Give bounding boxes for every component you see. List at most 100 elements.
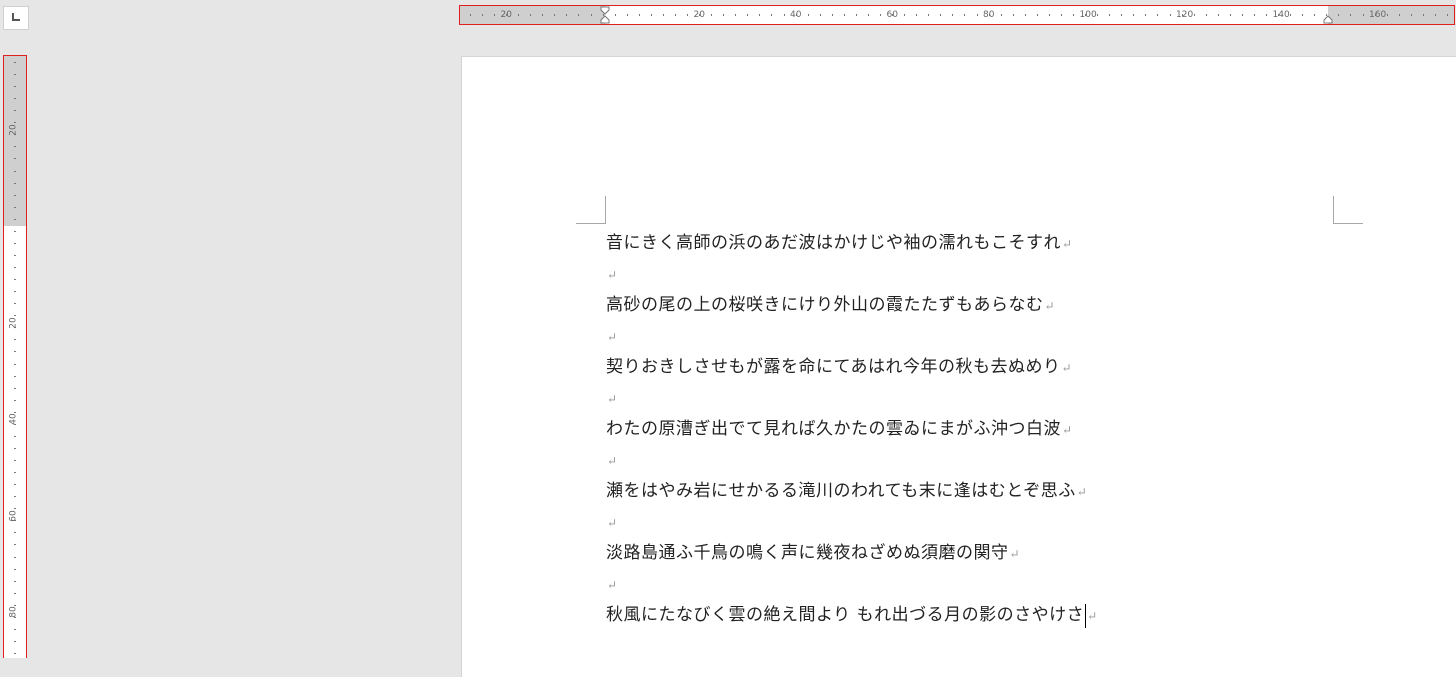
empty-paragraph[interactable]: ↵: [606, 383, 1366, 414]
ruler-tick: [518, 14, 520, 16]
paragraph[interactable]: 高砂の尾の上の桜咲きにけり外山の霞たたずもあらなむ↵: [606, 290, 1366, 321]
ruler-tick: [1097, 14, 1099, 16]
ruler-tick: [481, 14, 483, 16]
ruler-tick: [14, 218, 16, 220]
ruler-tick: [1229, 14, 1231, 16]
ruler-label: 100: [1079, 10, 1097, 20]
ruler-tick: [14, 532, 16, 534]
ruler-tick: [14, 484, 16, 486]
ruler-tick: [650, 14, 652, 16]
paragraph[interactable]: 音にきく高師の浜のあだ波はかけじや袖の濡れもこそすれ↵: [606, 228, 1366, 259]
ruler-tick: [662, 14, 664, 16]
paragraph-text: 契りおきしさせもが露を命にてあはれ今年の秋も去ぬめり: [606, 357, 1061, 377]
paragraph-text: 音にきく高師の浜のあだ波はかけじや袖の濡れもこそすれ: [606, 233, 1061, 253]
ruler-tick: [14, 580, 16, 582]
document-page[interactable]: 音にきく高師の浜のあだ波はかけじや袖の濡れもこそすれ↵ ↵ 高砂の尾の上の桜咲きにけ…: [461, 56, 1456, 677]
ruler-tick: [976, 14, 978, 16]
document-body[interactable]: 音にきく高師の浜のあだ波はかけじや袖の濡れもこそすれ↵ ↵ 高砂の尾の上の桜咲きにけ…: [606, 228, 1366, 631]
ruler-label: 60: [8, 509, 19, 522]
ruler-tick: [807, 14, 809, 16]
ruler-label: 20: [693, 10, 705, 20]
ruler-tick: [687, 14, 689, 16]
ruler-tick: [711, 14, 713, 16]
ruler-tick: [1121, 14, 1123, 16]
ruler-label: 80: [8, 606, 19, 618]
empty-paragraph[interactable]: ↵: [606, 507, 1366, 538]
paragraph[interactable]: 淡路島通ふ千鳥の鳴く声に幾夜ねざめぬ須磨の関守↵: [606, 538, 1366, 569]
ruler-tick: [1350, 14, 1352, 16]
ruler-tick: [14, 86, 16, 88]
empty-paragraph[interactable]: ↵: [606, 569, 1366, 600]
ruler-tick: [14, 556, 16, 558]
ruler-tick: [14, 74, 16, 75]
ruler-tick: [638, 14, 640, 16]
ruler-tick: [14, 653, 16, 654]
ruler-tick: [1253, 14, 1255, 16]
ruler-tick: [578, 14, 580, 16]
ruler-tick: [14, 158, 16, 160]
ruler-tick: [747, 14, 749, 16]
ruler-tick: [940, 14, 942, 16]
ruler-tick: [590, 14, 592, 16]
ruler-tick: [14, 315, 16, 317]
right-indent-marker[interactable]: [1322, 6, 1334, 24]
ruler-label: 20: [8, 123, 19, 136]
ruler-tick: [735, 14, 737, 16]
paragraph-mark: ↵: [1062, 237, 1073, 251]
ruler-tick: [14, 472, 16, 474]
ruler-tick: [1266, 14, 1268, 16]
vertical-ruler[interactable]: 20 20 40 60 80: [3, 55, 27, 658]
empty-paragraph[interactable]: ↵: [606, 321, 1366, 352]
ruler-tick: [494, 14, 496, 16]
ruler-tick: [542, 14, 544, 16]
ruler-label: 140: [1272, 10, 1290, 20]
ruler-label: 20: [500, 10, 512, 20]
tab-stop-selector[interactable]: [3, 6, 29, 30]
ruler-tick: [14, 170, 16, 172]
paragraph-text: わたの原漕ぎ出でて見れば久かたの雲ゐにまがふ沖つ白波: [606, 419, 1061, 439]
ruler-tick: [14, 98, 16, 100]
ruler-tick: [880, 14, 882, 16]
ruler-tick: [14, 375, 16, 377]
ruler-tick: [1302, 14, 1304, 16]
ruler-label: 40: [790, 10, 802, 20]
empty-paragraph[interactable]: ↵: [606, 445, 1366, 476]
ruler-tick: [14, 508, 16, 510]
ruler-tick: [867, 14, 869, 16]
paragraph[interactable]: 瀬をはやみ岩にせかるる滝川のわれても末に逢はむとぞ思ふ↵: [606, 476, 1366, 507]
ruler-tick: [14, 640, 16, 642]
paragraph-mark: ↵: [607, 454, 618, 468]
horizontal-ruler[interactable]: 20 20 40 60 80 100 120 140 160: [459, 5, 1455, 25]
left-tab-stop-icon: [12, 13, 20, 21]
paragraph[interactable]: 秋風にたなびく雲の絶え間より もれ出づる月の影のさやけさ ↵: [606, 600, 1366, 631]
ruler-tick: [530, 14, 532, 16]
ruler-tick: [14, 351, 16, 353]
text-cursor: [1085, 603, 1087, 628]
paragraph-mark: ↵: [1061, 361, 1073, 375]
empty-paragraph[interactable]: ↵: [606, 259, 1366, 290]
ruler-tick: [904, 14, 906, 16]
ruler-tick: [1193, 14, 1195, 16]
paragraph[interactable]: 契りおきしさせもが露を命にてあはれ今年の秋も去ぬめり↵: [606, 352, 1366, 383]
ruler-tick: [1036, 14, 1038, 16]
ruler-tick: [14, 61, 16, 63]
ruler-tick: [1133, 14, 1135, 16]
margin-corner-top-right: [1333, 196, 1363, 224]
paragraph-text: 秋風にたなびく雲の絶え間より もれ出づる月の影のさやけさ: [606, 605, 1085, 625]
ruler-tick: [1386, 14, 1388, 16]
ruler-tick: [964, 14, 966, 16]
ruler-tick: [1073, 14, 1075, 16]
ruler-tick: [14, 568, 16, 570]
ruler-tick: [1048, 14, 1050, 16]
ruler-tick: [14, 279, 16, 281]
paragraph[interactable]: わたの原漕ぎ出でて見れば久かたの雲ゐにまがふ沖つ白波↵: [606, 414, 1366, 445]
ruler-tick: [1241, 14, 1243, 16]
ruler-tick: [14, 254, 16, 256]
ruler-label: 40: [8, 413, 19, 425]
ruler-tick: [14, 496, 16, 498]
ruler-tick: [1314, 14, 1316, 16]
ruler-tick: [952, 14, 954, 16]
ruler-tick: [1145, 14, 1147, 16]
ruler-tick: [469, 14, 471, 16]
hanging-indent-marker[interactable]: [599, 6, 611, 24]
